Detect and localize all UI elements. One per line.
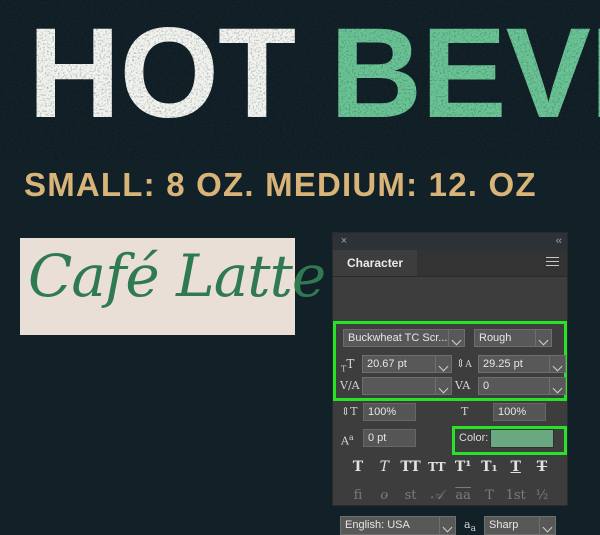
- close-icon[interactable]: ×: [338, 235, 350, 247]
- tab-character[interactable]: Character: [333, 250, 418, 276]
- underline-button[interactable]: T: [505, 458, 527, 476]
- subscript-button[interactable]: T₁: [478, 458, 500, 476]
- font-size-dropdown-icon[interactable]: [436, 355, 452, 373]
- leading-field[interactable]: 29.25 pt: [478, 355, 550, 373]
- vertical-scale-field[interactable]: 100%: [363, 403, 416, 421]
- panel-tabbar[interactable]: Character: [333, 250, 567, 277]
- vertical-scale-icon: ⇕T: [341, 405, 358, 418]
- strikethrough-button[interactable]: T: [531, 458, 553, 476]
- photoshop-canvas: HOT BEVERA SMALL: 8 OZ. MEDIUM: 12. OZ C…: [0, 0, 600, 535]
- kerning-dropdown-icon[interactable]: [436, 377, 452, 395]
- panel-body: Buckwheat TC Scr... Rough TT 20.67 pt ⇕A…: [333, 277, 567, 535]
- leading-icon: ⇕A: [456, 357, 472, 370]
- tracking-field[interactable]: 0: [478, 377, 550, 395]
- superscript-button[interactable]: T¹: [452, 458, 474, 476]
- color-label: Color:: [459, 432, 489, 444]
- font-style-dropdown-icon[interactable]: [536, 329, 552, 347]
- headline-word-hot: HOT: [28, 2, 296, 145]
- horizontal-scale-field[interactable]: 100%: [493, 403, 546, 421]
- standard-ligatures-button[interactable]: fi: [347, 487, 369, 505]
- tracking-icon: VA: [455, 379, 471, 392]
- faux-bold-button[interactable]: T: [347, 458, 369, 476]
- ordinals-button[interactable]: 1st: [505, 487, 527, 505]
- baseline-shift-icon: Aa: [341, 433, 354, 448]
- font-size-field[interactable]: 20.67 pt: [362, 355, 436, 373]
- fractions-button[interactable]: ½: [531, 487, 553, 505]
- font-size-icon: TT: [341, 357, 355, 374]
- titling-alternates-button[interactable]: T: [478, 487, 500, 505]
- kerning-icon: V/A: [340, 379, 360, 392]
- anti-aliasing-field[interactable]: Sharp: [484, 516, 540, 535]
- faux-italic-button[interactable]: T: [373, 458, 395, 476]
- small-caps-button[interactable]: TT: [426, 458, 448, 476]
- swash-button[interactable]: 𝒜: [426, 487, 448, 505]
- discretionary-ligatures-button[interactable]: st: [400, 487, 422, 505]
- subhead-text: SMALL: 8 OZ. MEDIUM: 12. OZ: [24, 166, 537, 203]
- leading-dropdown-icon[interactable]: [550, 355, 566, 373]
- collapse-chevrons-icon[interactable]: ‹‹: [556, 234, 562, 248]
- baseline-shift-field[interactable]: 0 pt: [363, 429, 416, 447]
- font-family-dropdown-icon[interactable]: [449, 329, 465, 347]
- opentype-buttons-row[interactable]: fi o̵ st 𝒜 aa T 1st ½: [347, 487, 553, 505]
- font-family-field[interactable]: Buckwheat TC Scr...: [343, 329, 449, 347]
- artboard-cafe-latte[interactable]: Café Latte: [20, 238, 326, 335]
- panel-menu-icon[interactable]: [546, 257, 559, 268]
- font-style-field[interactable]: Rough: [474, 329, 536, 347]
- all-caps-button[interactable]: TT: [400, 458, 422, 476]
- tracking-dropdown-icon[interactable]: [550, 377, 566, 395]
- headline-text: HOT BEVERA: [28, 4, 600, 144]
- contextual-alternates-button[interactable]: o̵: [373, 487, 395, 505]
- text-color-swatch[interactable]: [490, 429, 554, 448]
- style-buttons-row[interactable]: T T TT TT T¹ T₁ T T: [347, 458, 553, 476]
- kerning-field[interactable]: [362, 377, 436, 395]
- script-text-cafe-latte: Café Latte: [28, 242, 326, 310]
- panel-titlebar[interactable]: × ‹‹: [333, 233, 567, 250]
- stylistic-alternates-button[interactable]: aa: [452, 487, 474, 505]
- horizontal-scale-icon: T: [461, 405, 469, 418]
- language-dropdown-icon[interactable]: [440, 516, 456, 535]
- character-panel[interactable]: × ‹‹ Character Buckwheat TC Scr... Rough…: [333, 233, 567, 535]
- language-field[interactable]: English: USA: [340, 516, 440, 535]
- headline-word-beverages: BEVERA: [329, 2, 600, 145]
- anti-aliasing-icon: aa: [464, 518, 476, 535]
- anti-aliasing-dropdown-icon[interactable]: [540, 516, 556, 535]
